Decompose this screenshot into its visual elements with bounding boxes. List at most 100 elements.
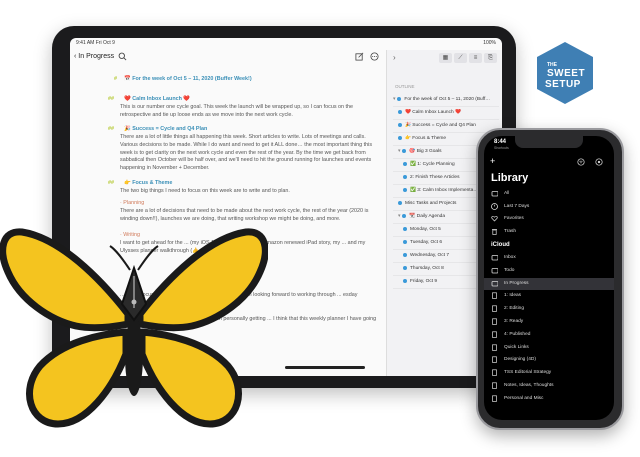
chevron-right-icon[interactable]: › bbox=[393, 53, 396, 62]
add-icon[interactable]: + bbox=[490, 156, 495, 166]
group-icon bbox=[492, 356, 497, 364]
library-item[interactable]: Trash bbox=[484, 226, 614, 238]
group-item-label: Todo bbox=[504, 267, 515, 273]
group-item[interactable]: 3: Ready bbox=[484, 316, 614, 328]
more-icon[interactable] bbox=[370, 52, 379, 61]
logo-text-setup: SETUP bbox=[545, 79, 581, 90]
icloud-section-label: iCloud bbox=[491, 242, 510, 248]
editor-paragraph: There are a lot of little things all hap… bbox=[120, 134, 373, 172]
library-item[interactable]: All bbox=[484, 188, 614, 200]
filter-icon[interactable] bbox=[577, 158, 585, 166]
group-icon bbox=[491, 267, 498, 274]
disclosure-icon[interactable]: ▾ bbox=[398, 214, 400, 219]
outline-item[interactable]: ❤️ Calm Inbox Launch ❤️ bbox=[393, 107, 499, 120]
outline-item-label: Tuesday, Oct 6 bbox=[410, 240, 442, 245]
group-item[interactable]: 1: Ideas bbox=[484, 290, 614, 302]
library-title: Library bbox=[491, 172, 529, 184]
disclosure-icon[interactable]: ▾ bbox=[393, 97, 395, 102]
search-icon[interactable] bbox=[118, 52, 127, 61]
phone-status-subtitle: Shortcuts bbox=[494, 146, 509, 150]
trash-icon bbox=[492, 228, 497, 235]
phone-time: 8:44 bbox=[494, 139, 507, 145]
heading-text: 👉 Focus & Theme bbox=[124, 180, 173, 186]
list-icon[interactable]: ≡ bbox=[469, 53, 482, 63]
outline-dot-icon bbox=[402, 148, 407, 153]
heading-text: 📅 For the week of Oct 5 – 11, 2020 (Buff… bbox=[124, 76, 252, 82]
group-icon bbox=[492, 382, 497, 389]
group-icon bbox=[491, 280, 498, 286]
compose-icon[interactable] bbox=[355, 52, 364, 61]
group-item-label: Quick Links bbox=[504, 344, 529, 350]
status-battery: 100% bbox=[483, 40, 496, 46]
outline-dot-icon bbox=[398, 200, 402, 205]
editor-subheading: · Planning bbox=[120, 200, 145, 206]
outline-item-label: 🎉 Success = Cycle and Q4 Plan bbox=[405, 123, 476, 128]
group-icon bbox=[492, 292, 497, 300]
group-item[interactable]: 2: Editing bbox=[484, 303, 614, 315]
outline-dot-icon bbox=[403, 278, 407, 283]
group-item-label: 2: Editing bbox=[504, 306, 525, 312]
logo-text-sweet: SWEET bbox=[547, 68, 586, 79]
library-item[interactable]: Last 7 Days bbox=[484, 201, 614, 213]
outline-label: OUTLINE bbox=[395, 84, 415, 89]
outline-item-label: 2: Finish These Articles bbox=[410, 175, 460, 180]
library-item-label: Favorites bbox=[504, 216, 524, 221]
group-item[interactable]: TSS Editorial Strategy bbox=[484, 367, 614, 379]
group-item[interactable]: Notes, Ideas, Thoughts bbox=[484, 380, 614, 392]
outline-dot-icon bbox=[403, 174, 407, 179]
attachment-icon[interactable]: ⎘ bbox=[484, 53, 497, 63]
grid-view-icon[interactable]: ▦ bbox=[439, 53, 452, 63]
group-icon bbox=[492, 318, 497, 325]
heading-marker: ## bbox=[108, 126, 114, 132]
iphone-screen: 8:44 Shortcuts + Library iCloud All Last … bbox=[484, 136, 614, 420]
group-item-label: Designing (4D) bbox=[504, 357, 536, 363]
group-item[interactable]: Quick Links bbox=[484, 342, 614, 354]
library-item-label: All bbox=[504, 191, 510, 196]
outline-item-label: Wednesday, Oct 7 bbox=[410, 253, 450, 258]
ulysses-butterfly-logo bbox=[0, 228, 268, 428]
editor-paragraph: This is our number one cycle goal. This … bbox=[120, 104, 354, 118]
group-item[interactable]: Personal and Misc bbox=[484, 393, 614, 405]
outline-item[interactable]: ▾ For the week of Oct 5 – 11, 2020 (Buff… bbox=[393, 94, 499, 107]
outline-dot-icon bbox=[403, 252, 407, 257]
heading-text: 🎉 Success = Cycle and Q4 Plan bbox=[124, 126, 208, 132]
outline-dot-icon bbox=[398, 135, 402, 140]
group-item[interactable]: 4: Published bbox=[484, 329, 614, 341]
outline-item-label: Monday, Oct 5 bbox=[410, 227, 441, 232]
outline-dot-icon bbox=[402, 213, 407, 218]
heading-marker: ## bbox=[108, 180, 114, 186]
clock-icon bbox=[491, 202, 498, 210]
outline-item-label: ❤️ Calm Inbox Launch ❤️ bbox=[405, 110, 461, 115]
chevron-left-icon: ‹ bbox=[74, 53, 77, 60]
heading-marker: # bbox=[114, 76, 117, 82]
outline-dot-icon bbox=[403, 187, 407, 192]
outline-item-label: Friday, Oct 9 bbox=[410, 279, 438, 284]
group-item-label: Personal and Misc bbox=[504, 395, 544, 401]
editor-paragraph: There are a lot of decisions that need t… bbox=[120, 208, 369, 222]
settings-icon[interactable] bbox=[595, 158, 603, 166]
status-time: 9:41 AM Fri Oct 9 bbox=[76, 40, 115, 46]
group-item[interactable]: Inbox bbox=[484, 252, 614, 264]
outline-item-label: For the week of Oct 5 – 11, 2020 (Buff… bbox=[404, 97, 491, 102]
stats-icon[interactable]: ⟋ bbox=[454, 53, 467, 63]
all-icon bbox=[491, 191, 498, 197]
outline-dot-icon bbox=[398, 109, 402, 114]
disclosure-icon[interactable]: ▾ bbox=[398, 149, 400, 154]
ipad-status-bar: 9:41 AM Fri Oct 9 100% bbox=[70, 38, 502, 48]
heading-text: ❤️ Calm Inbox Launch ❤️ bbox=[124, 96, 191, 102]
outline-item[interactable]: 🎉 Success = Cycle and Q4 Plan bbox=[393, 120, 499, 133]
outline-item-label: ✅ 1: Cycle Planning bbox=[410, 162, 455, 167]
group-item[interactable]: Todo bbox=[484, 265, 614, 277]
group-icon bbox=[492, 395, 497, 402]
group-icon bbox=[492, 331, 497, 338]
group-icon bbox=[491, 255, 498, 261]
back-button[interactable]: ‹ In Progress bbox=[74, 53, 114, 60]
group-item-label: 3: Ready bbox=[504, 319, 524, 324]
editor-paragraph: The two big things I need to focus on th… bbox=[120, 188, 290, 194]
outline-item-label: 👉 Focus & Theme bbox=[405, 136, 447, 141]
group-item-label: In Progress bbox=[504, 280, 529, 286]
outline-item-label: Misc Tasks and Projects bbox=[405, 201, 457, 206]
group-item[interactable]: In Progress bbox=[484, 277, 614, 290]
library-item[interactable]: Favorites bbox=[484, 213, 614, 225]
group-item[interactable]: Designing (4D) bbox=[484, 354, 614, 366]
